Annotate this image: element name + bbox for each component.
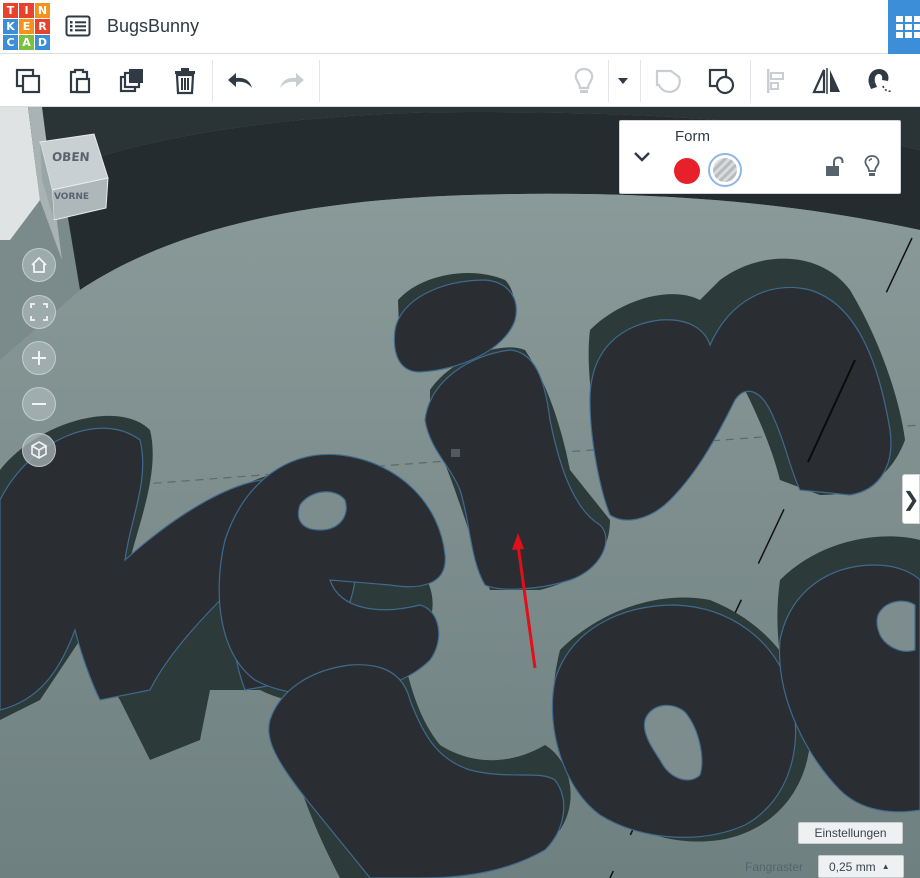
3d-workplane-viewport[interactable]: OBEN VORNE xyxy=(0,107,920,878)
fit-to-view-icon xyxy=(30,303,48,321)
plus-icon xyxy=(32,351,46,365)
toolbar-separator xyxy=(750,60,751,102)
toolbar-separator xyxy=(319,60,320,102)
mirror-icon xyxy=(812,68,840,94)
ungroup-icon xyxy=(708,68,735,95)
ungroup-button[interactable] xyxy=(702,62,740,100)
tinkercad-logo[interactable]: T I N K E R C A D xyxy=(3,3,51,51)
grid-icon xyxy=(896,16,920,38)
home-view-button[interactable] xyxy=(22,248,56,282)
home-icon xyxy=(31,256,47,273)
perspective-toggle-button[interactable] xyxy=(22,433,56,467)
logo-letter: C xyxy=(3,35,18,50)
edit-toolbar xyxy=(0,54,920,107)
delete-icon xyxy=(175,68,195,95)
panel-title: Form xyxy=(675,128,710,145)
group-icon xyxy=(655,69,681,94)
collapse-panel-button[interactable] xyxy=(632,149,652,165)
logo-letter: A xyxy=(19,35,34,50)
toolbar-separator xyxy=(608,60,609,102)
light-bulb-icon xyxy=(864,155,880,176)
logo-letter: N xyxy=(35,3,50,18)
logo-letter: I xyxy=(19,3,34,18)
mirror-button[interactable] xyxy=(808,62,846,100)
cube-icon xyxy=(39,133,109,220)
logo-letter: D xyxy=(35,35,50,50)
list-icon xyxy=(65,15,91,37)
paste-button[interactable] xyxy=(60,62,98,100)
logo-letter: E xyxy=(19,19,34,34)
zoom-in-button[interactable] xyxy=(22,341,56,375)
snap-grid-value: 0,25 mm xyxy=(829,859,876,874)
redo-button[interactable] xyxy=(273,62,311,100)
minus-icon xyxy=(32,403,46,405)
group-button[interactable] xyxy=(649,62,687,100)
shape-properties-panel: Form xyxy=(619,120,901,194)
duplicate-button[interactable] xyxy=(113,62,151,100)
logo-letter: K xyxy=(3,19,18,34)
grid-view-button[interactable] xyxy=(888,0,920,54)
settings-button[interactable]: Einstellungen xyxy=(798,822,903,844)
align-button[interactable] xyxy=(756,62,794,100)
cube-top-label[interactable]: OBEN xyxy=(52,150,91,164)
expand-side-panel-tab[interactable]: ❯ xyxy=(902,474,920,524)
paste-icon xyxy=(69,68,91,94)
undo-icon xyxy=(228,73,252,88)
snap-grid-select[interactable]: 0,25 mm ▲ xyxy=(818,855,904,878)
zoom-out-button[interactable] xyxy=(22,387,56,421)
view-cube[interactable]: OBEN VORNE xyxy=(34,130,114,220)
show-all-button[interactable] xyxy=(565,62,603,100)
copy-icon xyxy=(15,68,41,94)
align-icon xyxy=(767,69,784,93)
delete-button[interactable] xyxy=(166,62,204,100)
cube-front-label[interactable]: VORNE xyxy=(54,192,89,202)
dropdown-caret-icon xyxy=(618,78,628,84)
hole-option-swatch[interactable] xyxy=(708,153,742,187)
design-list-button[interactable] xyxy=(64,13,92,39)
cube-outline-icon xyxy=(31,441,47,459)
show-menu-dropdown[interactable] xyxy=(612,62,634,100)
duplicate-icon xyxy=(119,69,143,93)
copy-button[interactable] xyxy=(9,62,47,100)
workplane-scene[interactable] xyxy=(0,107,920,878)
unlock-icon xyxy=(826,156,844,176)
magnet-icon xyxy=(868,69,893,93)
chevron-down-icon xyxy=(634,152,650,162)
light-bulb-icon xyxy=(574,67,594,93)
magnet-button[interactable] xyxy=(860,62,898,100)
undo-button[interactable] xyxy=(221,62,259,100)
solid-color-swatch[interactable] xyxy=(674,158,700,184)
redo-icon xyxy=(280,73,304,88)
design-title[interactable]: BugsBunny xyxy=(107,16,199,37)
logo-letter: R xyxy=(35,19,50,34)
fit-view-button[interactable] xyxy=(22,295,56,329)
snap-grid-label: Fangraster xyxy=(745,860,804,874)
hide-button[interactable] xyxy=(862,154,882,178)
lock-button[interactable] xyxy=(824,156,844,178)
toolbar-separator xyxy=(640,60,641,102)
chevron-right-icon: ❯ xyxy=(902,488,920,511)
toolbar-separator xyxy=(212,60,213,102)
caret-up-icon: ▲ xyxy=(881,862,890,871)
logo-letter: T xyxy=(3,3,18,18)
app-header: T I N K E R C A D BugsBunny xyxy=(0,0,920,54)
